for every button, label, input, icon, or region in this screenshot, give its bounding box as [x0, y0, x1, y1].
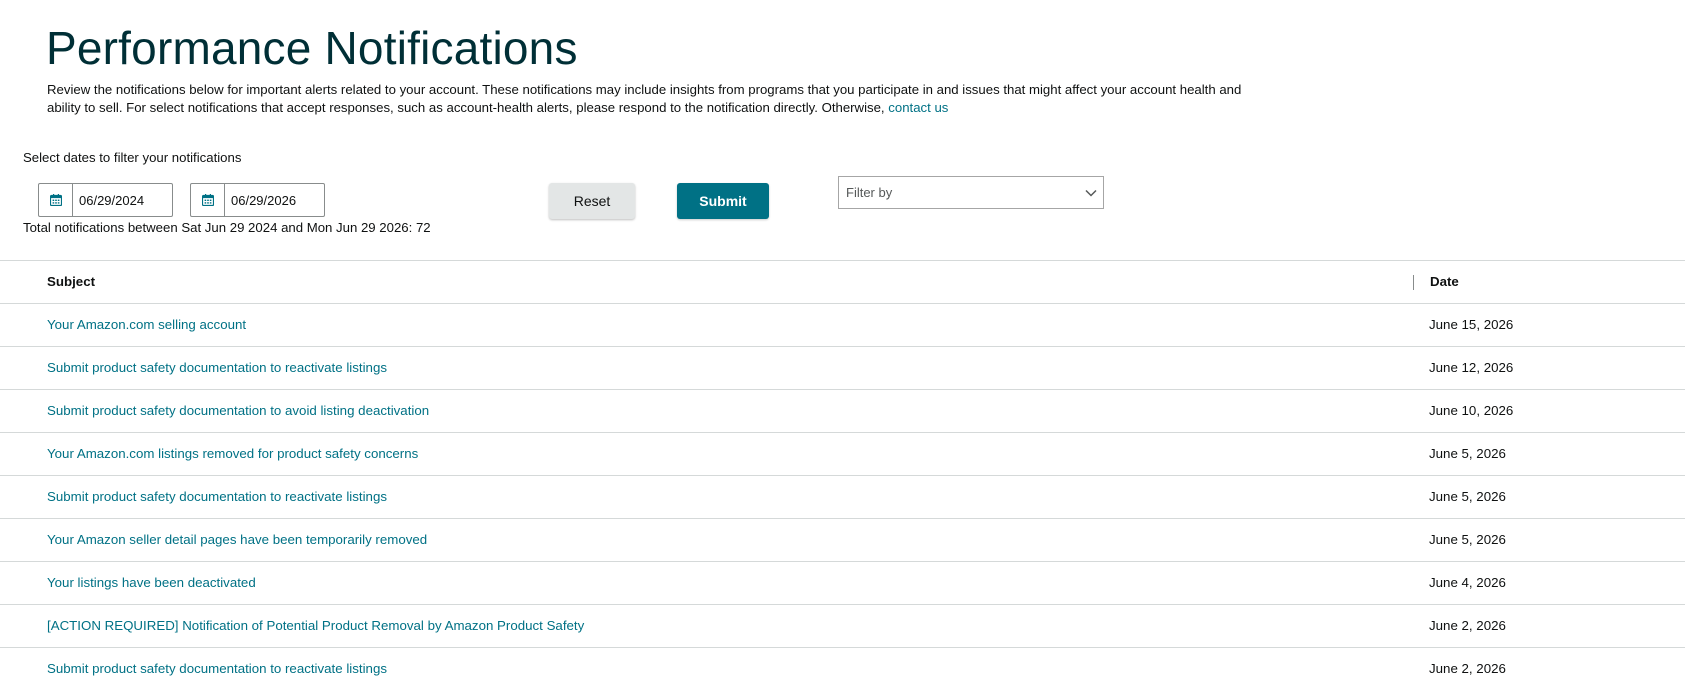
table-row: [ACTION REQUIRED] Notification of Potent… — [0, 604, 1685, 647]
notification-date: June 2, 2026 — [1429, 618, 1506, 633]
notification-subject-link[interactable]: Submit product safety documentation to r… — [47, 347, 387, 389]
intro-text: Review the notifications below for impor… — [47, 82, 1242, 115]
submit-button[interactable]: Submit — [677, 183, 769, 219]
calendar-icon[interactable] — [39, 184, 73, 216]
date-column-header: Date — [1430, 274, 1459, 289]
notification-subject-link[interactable]: [ACTION REQUIRED] Notification of Potent… — [47, 605, 584, 647]
end-date-picker[interactable]: 06/29/2026 — [190, 183, 325, 217]
calendar-icon[interactable] — [191, 184, 225, 216]
table-row: Submit product safety documentation to r… — [0, 647, 1685, 690]
chevron-down-icon — [1085, 184, 1097, 202]
notification-date: June 5, 2026 — [1429, 532, 1506, 547]
notification-subject-link[interactable]: Submit product safety documentation to r… — [47, 476, 387, 518]
table-row: Your Amazon seller detail pages have bee… — [0, 518, 1685, 561]
filter-by-select[interactable]: Filter by — [838, 176, 1104, 209]
subject-column-header: Subject — [47, 274, 96, 289]
page-title: Performance Notifications — [46, 22, 578, 74]
notification-subject-link[interactable]: Your Amazon seller detail pages have bee… — [47, 519, 427, 561]
notifications-table: Subject Date Your Amazon.com selling acc… — [0, 260, 1685, 690]
contact-us-link[interactable]: contact us — [888, 100, 948, 115]
notification-subject-link[interactable]: Your Amazon.com selling account — [47, 304, 246, 346]
notification-date: June 5, 2026 — [1429, 489, 1506, 504]
notification-subject-link[interactable]: Your Amazon.com listings removed for pro… — [47, 433, 418, 475]
notification-date: June 5, 2026 — [1429, 446, 1506, 461]
table-row: Submit product safety documentation to a… — [0, 389, 1685, 432]
notification-date: June 15, 2026 — [1429, 317, 1514, 332]
start-date-input[interactable]: 06/29/2024 — [73, 184, 172, 216]
date-filter-label: Select dates to filter your notification… — [23, 150, 242, 165]
column-divider — [1413, 275, 1414, 290]
total-notifications-text: Total notifications between Sat Jun 29 2… — [23, 220, 431, 235]
notification-date: June 10, 2026 — [1429, 403, 1514, 418]
notification-date: June 2, 2026 — [1429, 661, 1506, 676]
table-header-row: Subject Date — [0, 260, 1685, 303]
table-row: Your listings have been deactivated June… — [0, 561, 1685, 604]
reset-button[interactable]: Reset — [549, 183, 635, 219]
notification-subject-link[interactable]: Submit product safety documentation to r… — [47, 648, 387, 690]
notification-date: June 12, 2026 — [1429, 360, 1514, 375]
intro-paragraph: Review the notifications below for impor… — [47, 81, 1247, 117]
table-row: Your Amazon.com selling account June 15,… — [0, 303, 1685, 346]
notification-date: June 4, 2026 — [1429, 575, 1506, 590]
table-row: Submit product safety documentation to r… — [0, 346, 1685, 389]
notification-subject-link[interactable]: Submit product safety documentation to a… — [47, 390, 429, 432]
notification-subject-link[interactable]: Your listings have been deactivated — [47, 562, 256, 604]
filter-by-placeholder: Filter by — [846, 185, 893, 200]
table-row: Submit product safety documentation to r… — [0, 475, 1685, 518]
start-date-picker[interactable]: 06/29/2024 — [38, 183, 173, 217]
table-row: Your Amazon.com listings removed for pro… — [0, 432, 1685, 475]
end-date-input[interactable]: 06/29/2026 — [225, 184, 324, 216]
